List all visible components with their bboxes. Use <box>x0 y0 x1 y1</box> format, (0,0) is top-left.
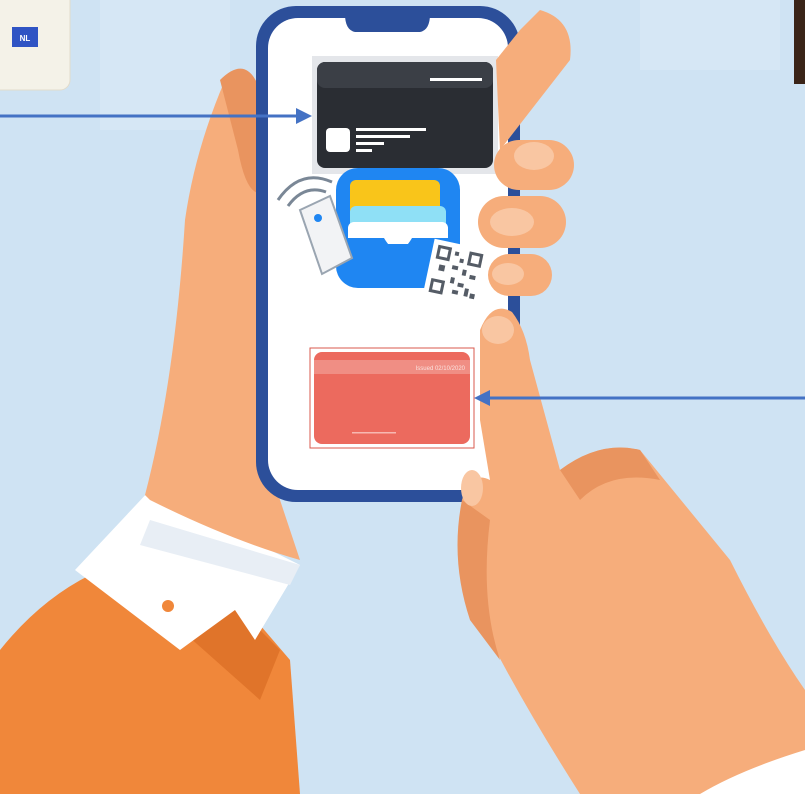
id-card-icon <box>312 56 498 174</box>
red-card-issued-date: Issued 02/10/2020 <box>416 366 466 372</box>
qr-code-icon <box>422 238 490 308</box>
eu-card-fragment: NL <box>0 0 71 91</box>
photo-fragment <box>794 0 805 84</box>
red-card: Issued 02/10/2020 <box>309 347 475 449</box>
illustration: NL Issued 02/10/2020 <box>0 0 805 794</box>
eu-country-code: NL <box>20 34 31 43</box>
